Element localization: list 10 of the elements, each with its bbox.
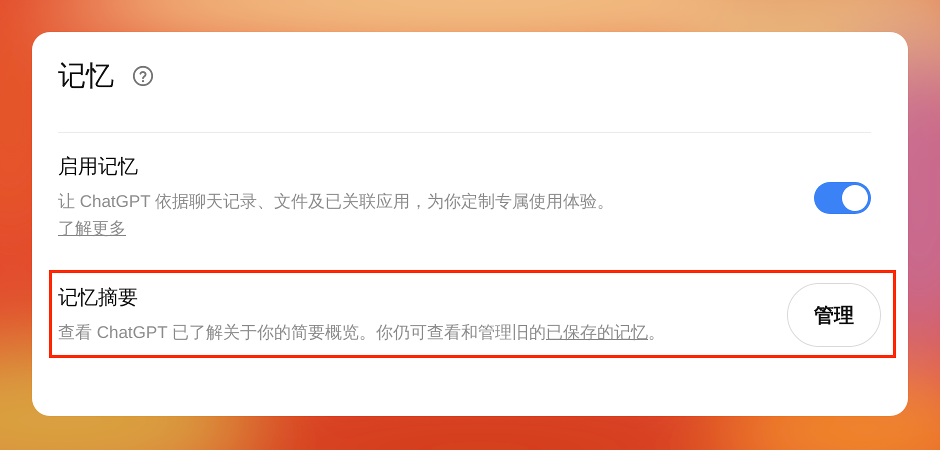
- manage-button[interactable]: 管理: [787, 283, 881, 347]
- help-icon[interactable]: [132, 65, 154, 87]
- setting-title: 启用记忆: [58, 155, 139, 180]
- setting-title: 记忆摘要: [58, 286, 139, 311]
- setting-description: 查看 ChatGPT 已了解关于你的简要概览。你仍可查看和管理旧的已保存的记忆。: [58, 322, 665, 344]
- learn-link[interactable]: 了解更多: [58, 219, 126, 238]
- learn-link[interactable]: 已保存的记忆: [546, 323, 648, 342]
- panel-title: 记忆: [58, 59, 114, 93]
- toggle-switch[interactable]: [814, 182, 871, 214]
- setting-description: 让 ChatGPT 依据聊天记录、文件及已关联应用，为你定制专属使用体验。 了解更多: [58, 191, 614, 240]
